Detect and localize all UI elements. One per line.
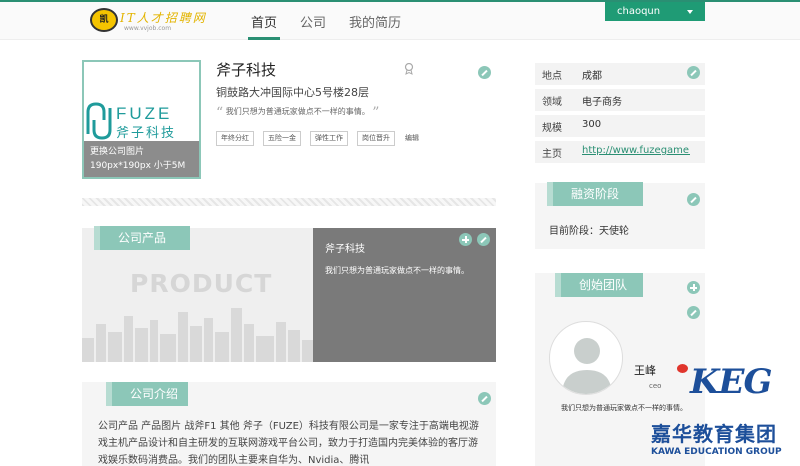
- product-section-label: 公司产品: [94, 226, 190, 250]
- watermark-name-en: KAWA EDUCATION GROUP: [651, 447, 782, 457]
- quote-close-icon: ”: [372, 105, 380, 121]
- welfare-tag: 五险一金: [263, 131, 301, 146]
- award-icon: [404, 63, 414, 75]
- info-row-location: 地点 成都: [535, 63, 705, 85]
- funding-section-label: 融资阶段: [547, 182, 643, 206]
- welfare-tag: 岗位晋升: [357, 131, 395, 146]
- member-name: 王峰: [634, 364, 656, 377]
- nav-my-resume[interactable]: 我的简历: [349, 12, 401, 31]
- weibo-icon[interactable]: [677, 364, 688, 373]
- quote-open-icon: “: [216, 105, 224, 121]
- info-row-homepage: 主页 http://www.fuzegame.com: [535, 141, 705, 163]
- logo-text-cn: 斧子科技: [116, 126, 176, 141]
- member-desc: 我们只想为普通玩家做点不一样的事情。: [561, 404, 687, 412]
- change-logo-overlay[interactable]: 更换公司图片 190px*190px 小于5M: [84, 141, 199, 177]
- edit-intro-icon[interactable]: [478, 392, 491, 405]
- info-value: 电子商务: [582, 97, 622, 108]
- nav-company[interactable]: 公司: [300, 12, 326, 31]
- watermark-name-cn: 嘉华教育集团: [651, 422, 777, 446]
- welfare-tag: 年终分红: [216, 131, 254, 146]
- edit-funding-icon[interactable]: [687, 193, 700, 206]
- product-info-panel: 斧子科技 我们只想为普通玩家做点不一样的事情。: [313, 228, 496, 362]
- user-name: chaoqun: [617, 6, 661, 17]
- nav-active-indicator: [248, 37, 280, 40]
- avatar-placeholder-icon: [562, 338, 612, 394]
- homepage-link[interactable]: http://www.fuzegame.com: [582, 145, 690, 156]
- logo-text-en: FUZE: [116, 104, 172, 123]
- site-logo-badge[interactable]: 凯: [90, 8, 118, 32]
- info-value: 成都: [582, 71, 602, 82]
- info-value: 300: [582, 119, 602, 130]
- edit-tags-link[interactable]: 编辑: [405, 133, 419, 143]
- edit-header-icon[interactable]: [478, 66, 491, 79]
- chevron-down-icon: [687, 10, 693, 14]
- info-key: 地点: [542, 71, 562, 82]
- edit-product-icon[interactable]: [477, 233, 490, 246]
- info-key: 主页: [542, 149, 562, 160]
- member-title: ceo: [649, 382, 662, 390]
- product-name: 斧子科技: [325, 244, 365, 255]
- slogan-text: 我们只想为普通玩家做点不一样的事情。: [225, 107, 370, 116]
- welfare-tag: 弹性工作: [310, 131, 348, 146]
- site-logo-title[interactable]: IT人才招聘网: [120, 9, 207, 26]
- add-member-icon[interactable]: [687, 281, 700, 294]
- intro-section-label: 公司介绍: [106, 382, 188, 406]
- company-slogan: “ 我们只想为普通玩家做点不一样的事情。 ”: [216, 105, 379, 121]
- nav-home[interactable]: 首页: [251, 12, 277, 31]
- site-logo-url: www.vvjob.com: [124, 25, 172, 32]
- info-row-size: 规模 300: [535, 115, 705, 137]
- change-logo-label: 更换公司图片: [90, 147, 145, 157]
- product-desc: 我们只想为普通玩家做点不一样的事情。: [325, 266, 469, 275]
- logo-size-hint: 190px*190px 小于5M: [90, 161, 186, 171]
- funding-stage: 目前阶段：天使轮: [549, 226, 629, 237]
- section-divider: [82, 198, 496, 206]
- watermark-logo: KEG: [690, 362, 773, 402]
- intro-text: 公司产品 产品图片 战斧F1 其他 斧子（FUZE）科技有限公司是一家专注于高端…: [98, 421, 479, 466]
- avatar[interactable]: [549, 321, 623, 395]
- user-dropdown[interactable]: chaoqun: [605, 2, 705, 21]
- edit-info-icon[interactable]: [687, 66, 700, 79]
- edit-member-icon[interactable]: [687, 306, 700, 319]
- product-banner-word: PRODUCT: [130, 269, 273, 298]
- team-section-label: 创始团队: [555, 273, 643, 297]
- company-address: 铜鼓路大冲国际中心5号楼28层: [216, 86, 369, 99]
- info-row-field: 领域 电子商务: [535, 89, 705, 111]
- add-product-icon[interactable]: [459, 233, 472, 246]
- info-key: 领域: [542, 97, 562, 108]
- company-logo[interactable]: FUZE 斧子科技 更换公司图片 190px*190px 小于5M: [82, 60, 201, 179]
- info-key: 规模: [542, 123, 562, 134]
- company-name: 斧子科技: [216, 61, 277, 79]
- fuze-logo-icon: FUZE 斧子科技: [86, 102, 176, 141]
